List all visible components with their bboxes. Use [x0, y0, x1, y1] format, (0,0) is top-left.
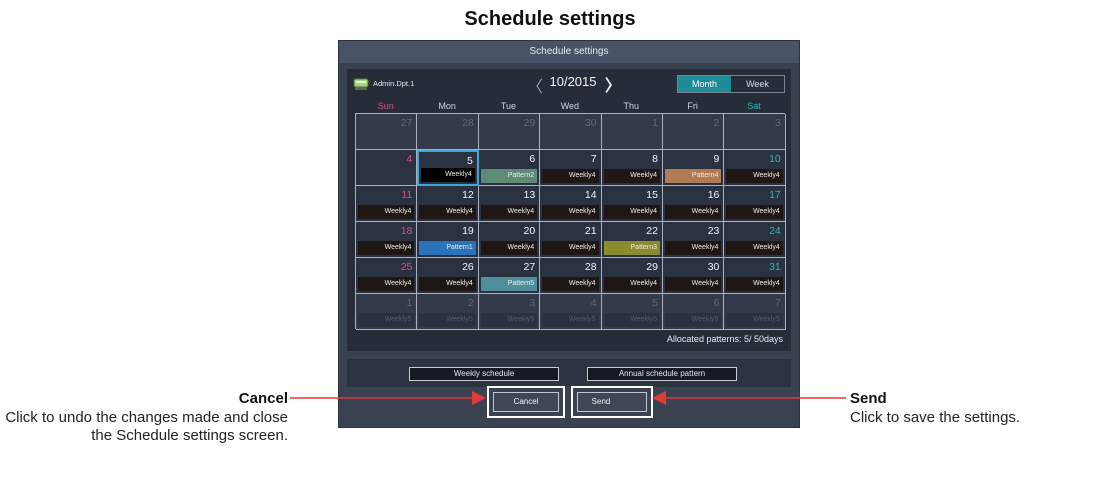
- cancel-callout-description: Click to undo the changes made and close…: [5, 409, 288, 444]
- cancel-callout-arrow: [290, 391, 486, 405]
- send-callout-title: Send: [850, 390, 887, 407]
- send-callout-description: Click to save the settings.: [850, 409, 1021, 426]
- send-callout-arrow: [652, 391, 846, 405]
- cancel-callout-title: Cancel: [238, 390, 288, 407]
